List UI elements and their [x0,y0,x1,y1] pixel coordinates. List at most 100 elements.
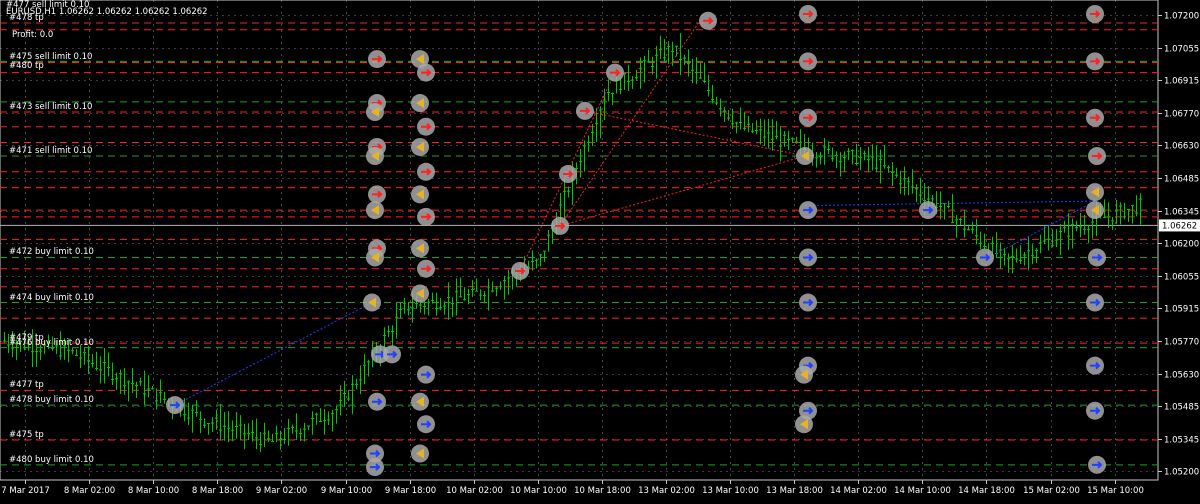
order-label: #478 tp [9,13,44,24]
trade-marker-buy [799,248,817,267]
time-label: 14 Mar 10:00 [894,486,951,496]
chart-canvas[interactable]: 1.07200 1.07055 1.06915 1.06770 1.06630 1.064… [0,0,1200,500]
price-label: 1.06055 [1164,273,1199,283]
time-label: 10 Mar 18:00 [574,486,631,496]
trade-marker-sell [559,165,577,184]
price-label: 1.07200 [1164,12,1199,22]
trade-marker-hist [366,248,384,267]
order-label: #480 tp [9,61,44,72]
price-label: 1.05630 [1164,371,1199,381]
order-label: #478 buy limit 0.10 [9,395,94,406]
order-label: #471 sell limit 0.10 [9,146,93,156]
trade-marker-buy [366,458,384,477]
trade-marker-sell [368,50,386,69]
time-label: 13 Mar 10:00 [702,486,759,496]
price-label: 1.05200 [1164,468,1199,478]
trade-marker-sell [799,5,817,23]
trade-marker-buy [1086,356,1104,375]
order-label: #480 buy limit 0.10 [9,454,94,465]
time-label: 9 Mar 02:00 [256,486,307,496]
price-label: 1.05485 [1164,403,1199,413]
trade-marker-sell [799,108,817,127]
trade-marker-sell [1086,108,1104,127]
trade-marker-sell [368,185,386,204]
trade-marker-hist [363,293,381,312]
time-label: 13 Mar 18:00 [766,486,823,496]
order-label: #472 buy limit 0.10 [9,247,94,258]
price-label: 1.06200 [1164,240,1199,250]
trade-marker-buy [1088,248,1106,267]
trade-marker-buy [417,415,435,434]
time-label: 8 Mar 10:00 [128,486,179,496]
trade-marker-buy [1086,401,1104,420]
trade-marker-hist [366,103,384,122]
time-label: 14 Mar 02:00 [830,486,887,496]
trade-marker-hist [795,365,813,384]
trade-marker-sell [799,52,817,71]
time-label: 15 Mar 10:00 [1087,486,1144,496]
trade-marker-sell [511,261,529,280]
profit-label: Profit: 0.0 [12,30,54,40]
time-label: 15 Mar 02:00 [1023,486,1080,496]
trade-marker-buy [417,365,435,384]
trade-marker-hist [795,415,813,434]
trade-marker-buy [919,201,937,220]
trade-marker-sell [417,162,435,181]
trade-link [559,155,806,227]
price-label: 1.07055 [1164,45,1199,55]
trade-marker-buy [166,396,184,415]
trade-marker-hist [411,284,429,303]
price-label: 1.06770 [1164,110,1199,120]
price-label: 1.06630 [1164,142,1199,152]
trade-marker-hist [796,147,814,166]
time-label: 10 Mar 10:00 [510,486,567,496]
trade-marker-hist [411,239,429,258]
time-label: 13 Mar 02:00 [638,486,695,496]
trade-marker-hist [411,185,429,204]
trade-marker-sell [606,63,624,82]
trade-marker-buy [1088,455,1106,474]
time-axis: 7 Mar 2017 8 Mar 02:00 8 Mar 10:00 8 Mar 18… [1,480,1144,496]
order-label: #477 tp [9,380,44,391]
time-label: 9 Mar 10:00 [321,486,372,496]
price-label: 1.06915 [1164,77,1199,87]
time-label: 9 Mar 18:00 [385,486,436,496]
trade-marker-sell [417,259,435,278]
price-label: 1.06485 [1164,175,1199,185]
trade-marker-hist [366,201,384,220]
trade-marker-buy [1086,293,1104,312]
trade-marker-hist [366,147,384,166]
trade-marker-sell [417,117,435,136]
price-label: 1.05345 [1164,436,1199,446]
trade-marker-sell [1086,5,1104,23]
time-label: 10 Mar 02:00 [446,486,503,496]
price-label: 1.05770 [1164,338,1199,348]
price-label: 1.06345 [1164,208,1199,218]
trade-marker-hist [411,392,429,411]
trade-marker-sell [417,207,435,226]
trade-marker-hist [411,94,429,113]
price-chart[interactable]: 1.07200 1.07055 1.06915 1.06770 1.06630 1.064… [0,0,1200,500]
time-label: 8 Mar 18:00 [192,486,243,496]
trade-marker-buy [799,201,817,220]
trade-marker-buy [799,293,817,312]
trade-link [559,20,701,227]
trade-marker-sell [699,11,717,30]
trade-marker-buy [383,345,401,364]
trade-marker-hist [411,137,429,156]
candles [3,33,1142,452]
trade-marker-sell [417,63,435,82]
time-label: 7 Mar 2017 [1,486,49,496]
trade-marker-hist [1086,183,1104,202]
trade-marker-hist [411,444,429,463]
time-label: 14 Mar 18:00 [958,486,1015,496]
current-price-label: 1.06262 [1162,221,1197,231]
order-label: #474 buy limit 0.10 [9,292,94,303]
trade-marker-buy [368,392,386,411]
order-label: #475 tp [9,430,44,441]
trade-marker-sell [1086,52,1104,71]
trade-marker-sell [1088,147,1106,166]
trade-marker-buy [976,248,994,267]
order-label: #476 buy limit 0.10 [9,337,94,348]
trade-marker-hist [1086,201,1104,220]
